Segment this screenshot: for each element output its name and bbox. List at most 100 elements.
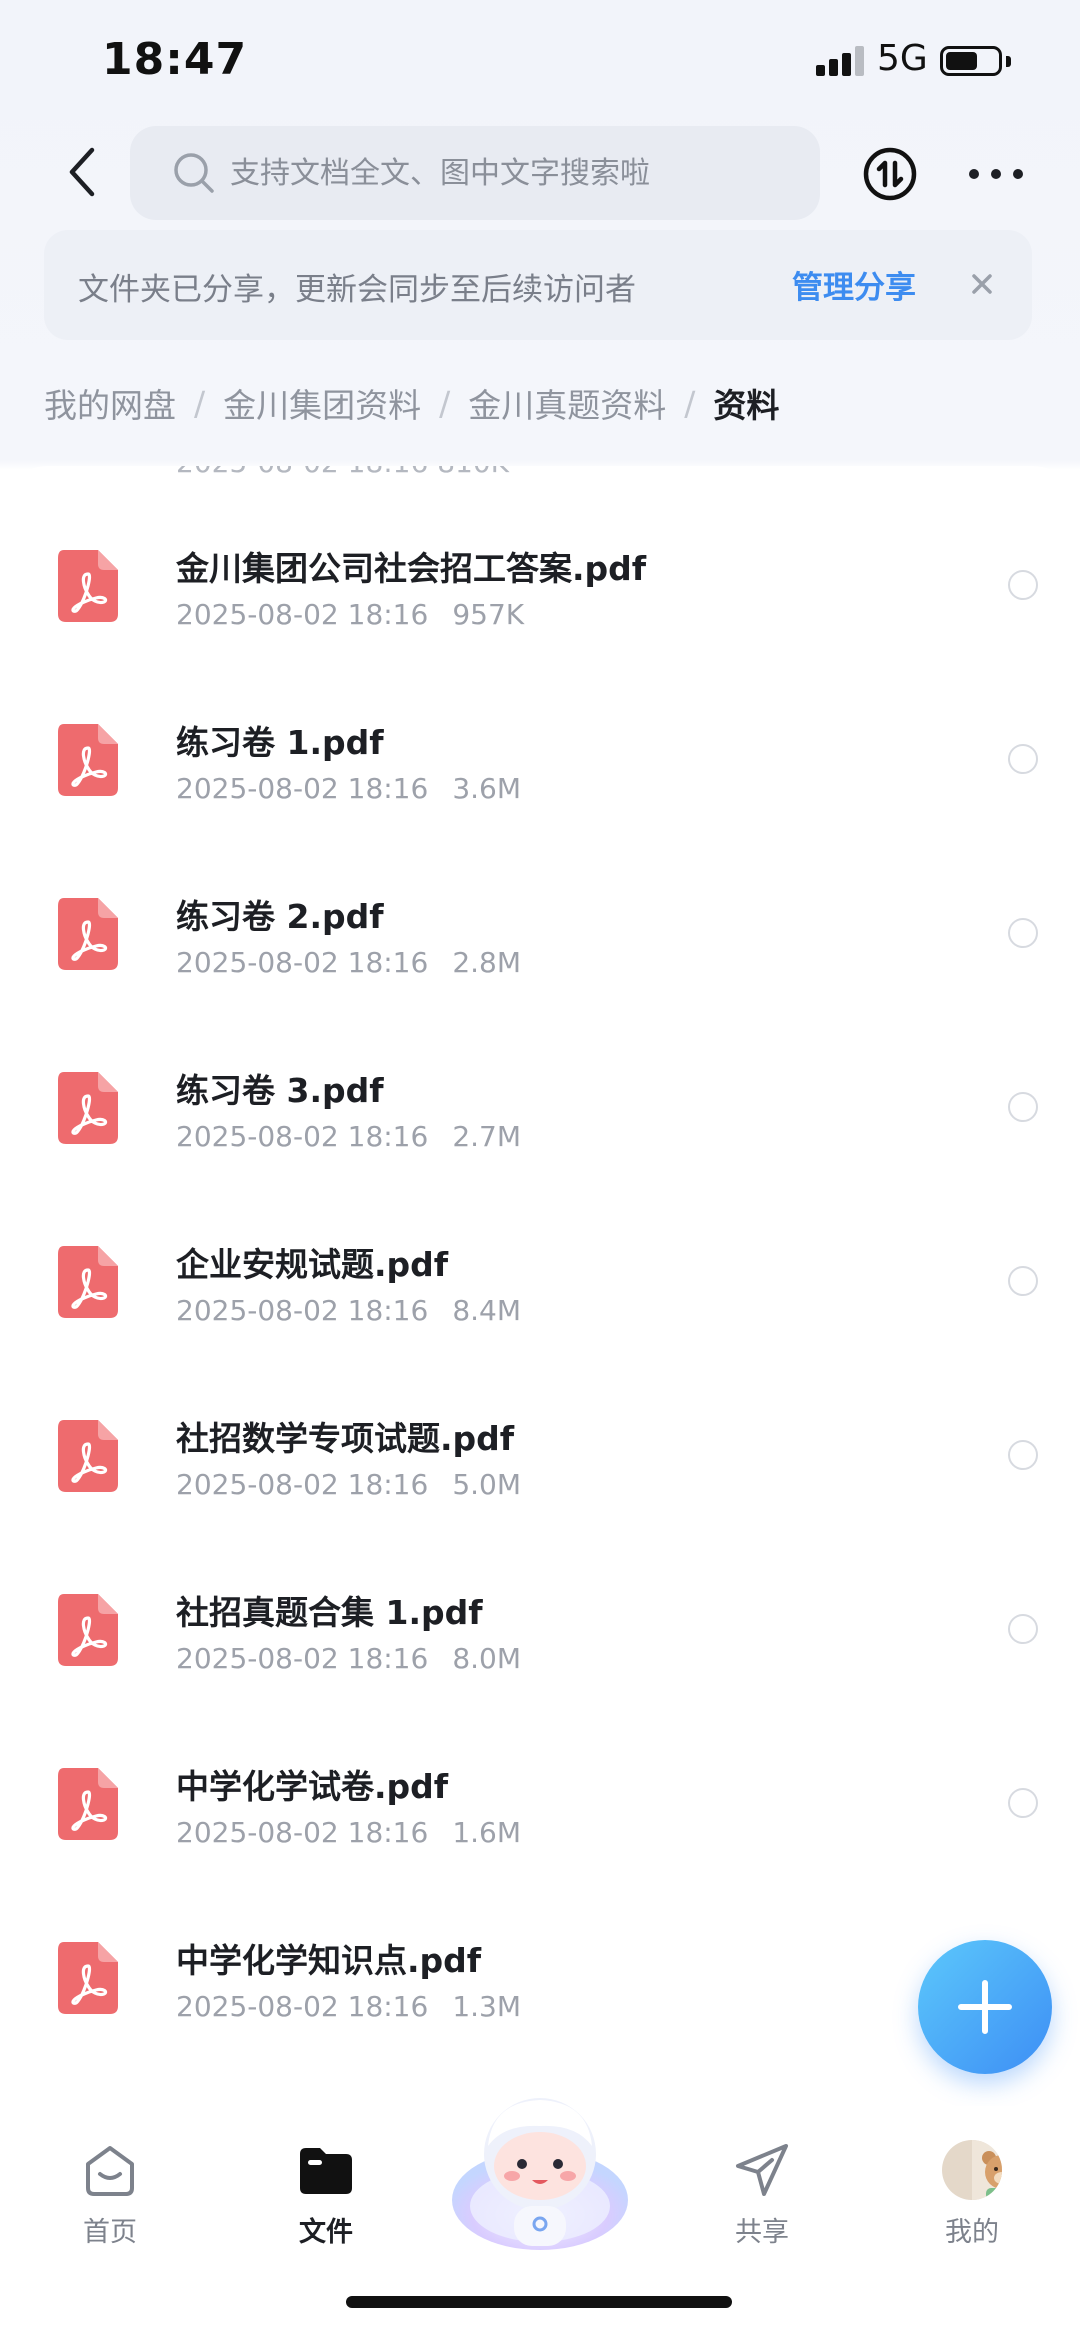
file-name: 练习卷 2.pdf <box>176 897 384 936</box>
file-size: 957K <box>452 598 525 631</box>
search-icon <box>174 153 214 193</box>
pdf-file-icon <box>58 1942 118 2014</box>
breadcrumb-item-my-drive[interactable]: 我的网盘 <box>44 379 176 427</box>
file-size: 2.8M <box>452 946 522 979</box>
partial-row-meta: 2025-08-02 18:16 810K <box>176 466 509 479</box>
plus-icon <box>958 1980 1012 2034</box>
file-row[interactable]: 社招数学专项试题.pdf 2025-08-02 18:16 5.0M <box>0 1390 1080 1564</box>
pdf-file-icon <box>58 724 118 796</box>
file-meta: 2025-08-02 18:16 1.6M <box>176 1816 521 1849</box>
nav-share-label: 共享 <box>735 2217 789 2248</box>
file-meta: 2025-08-02 18:16 5.0M <box>176 1468 521 1501</box>
file-date: 2025-08-02 18:16 <box>176 1816 429 1849</box>
file-name: 金川集团公司社会招工答案.pdf <box>176 549 647 588</box>
breadcrumb-item-exam-docs[interactable]: 金川真题资料 <box>468 379 666 427</box>
file-name: 社招数学专项试题.pdf <box>176 1419 515 1458</box>
share-banner: 文件夹已分享，更新会同步至后续访问者 管理分享 <box>44 230 1032 340</box>
file-row[interactable]: 金川集团公司社会招工答案.pdf 2025-08-02 18:16 957K <box>0 520 1080 694</box>
file-size: 8.0M <box>452 1642 522 1675</box>
cellular-signal-icon <box>816 46 864 76</box>
nav-home-label: 首页 <box>83 2217 137 2248</box>
file-name: 中学化学试卷.pdf <box>176 1767 449 1806</box>
file-row[interactable]: 社招真题合集 1.pdf 2025-08-02 18:16 8.0M <box>0 1564 1080 1738</box>
transfer-button[interactable] <box>862 146 918 202</box>
breadcrumb: 我的网盘 / 金川集团资料 / 金川真题资料 / 资料 <box>44 378 779 428</box>
home-icon <box>86 2146 134 2196</box>
file-date: 2025-08-02 18:16 <box>176 1468 429 1501</box>
folder-icon <box>300 2148 352 2194</box>
nav-mine[interactable]: 我的 <box>912 2140 1032 2260</box>
file-row[interactable]: 练习卷 2.pdf 2025-08-02 18:16 2.8M <box>0 868 1080 1042</box>
file-size: 2.7M <box>452 1120 522 1153</box>
assistant-mascot-button[interactable] <box>448 2088 632 2258</box>
file-row[interactable]: 练习卷 1.pdf 2025-08-02 18:16 3.6M <box>0 694 1080 868</box>
add-button[interactable] <box>918 1940 1052 2074</box>
nav-share[interactable]: 共享 <box>702 2140 822 2260</box>
file-row[interactable]: 企业安规试题.pdf 2025-08-02 18:16 8.4M <box>0 1216 1080 1390</box>
file-name: 企业安规试题.pdf <box>176 1245 449 1284</box>
nav-home[interactable]: 首页 <box>50 2140 170 2260</box>
manage-share-link[interactable]: 管理分享 <box>792 262 916 307</box>
select-radio[interactable] <box>1008 1092 1038 1122</box>
back-button[interactable] <box>60 140 104 204</box>
file-meta: 2025-08-02 18:16 2.7M <box>176 1120 521 1153</box>
file-name: 中学化学知识点.pdf <box>176 1941 482 1980</box>
select-radio[interactable] <box>1008 1788 1038 1818</box>
pdf-file-icon <box>58 898 118 970</box>
file-name: 练习卷 3.pdf <box>176 1071 384 1110</box>
select-radio[interactable] <box>1008 1266 1038 1296</box>
paper-plane-icon <box>736 2144 788 2196</box>
file-date: 2025-08-02 18:16 <box>176 1642 429 1675</box>
home-indicator <box>346 2296 732 2308</box>
more-dots-icon <box>969 169 1023 179</box>
file-meta: 2025-08-02 18:16 8.0M <box>176 1642 521 1675</box>
network-type: 5G <box>877 38 928 79</box>
file-size: 8.4M <box>452 1294 522 1327</box>
file-meta: 2025-08-02 18:16 3.6M <box>176 772 521 805</box>
battery-icon <box>940 46 1002 76</box>
search-bar[interactable] <box>130 126 820 220</box>
file-row[interactable]: 练习卷 3.pdf 2025-08-02 18:16 2.7M <box>0 1042 1080 1216</box>
file-date: 2025-08-02 18:16 <box>176 1990 429 2023</box>
file-meta: 2025-08-02 18:16 957K <box>176 598 524 631</box>
breadcrumb-item-group-docs[interactable]: 金川集团资料 <box>223 379 421 427</box>
file-meta: 2025-08-02 18:16 8.4M <box>176 1294 521 1327</box>
file-date: 2025-08-02 18:16 <box>176 772 429 805</box>
pdf-file-icon <box>58 1072 118 1144</box>
file-size: 1.6M <box>452 1816 522 1849</box>
close-banner-button[interactable] <box>962 264 1002 304</box>
file-date: 2025-08-02 18:16 <box>176 1120 429 1153</box>
nav-mine-label: 我的 <box>945 2217 999 2248</box>
breadcrumb-separator: / <box>439 383 451 423</box>
file-name: 社招真题合集 1.pdf <box>176 1593 483 1632</box>
nav-files-label: 文件 <box>299 2217 353 2248</box>
pdf-file-icon <box>58 1594 118 1666</box>
file-date: 2025-08-02 18:16 <box>176 946 429 979</box>
file-size: 5.0M <box>452 1468 522 1501</box>
breadcrumb-current: 资料 <box>713 386 780 425</box>
breadcrumb-separator: / <box>194 383 206 423</box>
file-date: 2025-08-02 18:16 <box>176 1294 429 1327</box>
mascot-icon <box>452 2098 628 2250</box>
status-bar: 18:47 5G <box>0 0 1080 120</box>
more-button[interactable] <box>966 154 1026 194</box>
select-radio[interactable] <box>1008 1614 1038 1644</box>
avatar <box>942 2140 1002 2200</box>
bear-avatar-icon <box>972 2140 1002 2200</box>
transfer-arrows-icon <box>863 147 917 201</box>
select-radio[interactable] <box>1008 744 1038 774</box>
search-input[interactable] <box>230 126 800 220</box>
close-icon <box>972 274 992 294</box>
status-time: 18:47 <box>102 34 248 85</box>
file-row[interactable]: 中学化学试卷.pdf 2025-08-02 18:16 1.6M <box>0 1738 1080 1912</box>
pdf-file-icon <box>58 1246 118 1318</box>
select-radio[interactable] <box>1008 570 1038 600</box>
nav-files[interactable]: 文件 <box>266 2140 386 2260</box>
file-list: 2025-08-02 18:16 810K 金川集团公司社会招工答案.pdf 2… <box>0 466 1080 2106</box>
select-radio[interactable] <box>1008 918 1038 948</box>
select-radio[interactable] <box>1008 1440 1038 1470</box>
chevron-left-icon <box>69 147 95 197</box>
battery-tip <box>1006 56 1011 67</box>
file-name: 练习卷 1.pdf <box>176 723 384 762</box>
pdf-file-icon <box>58 1420 118 1492</box>
